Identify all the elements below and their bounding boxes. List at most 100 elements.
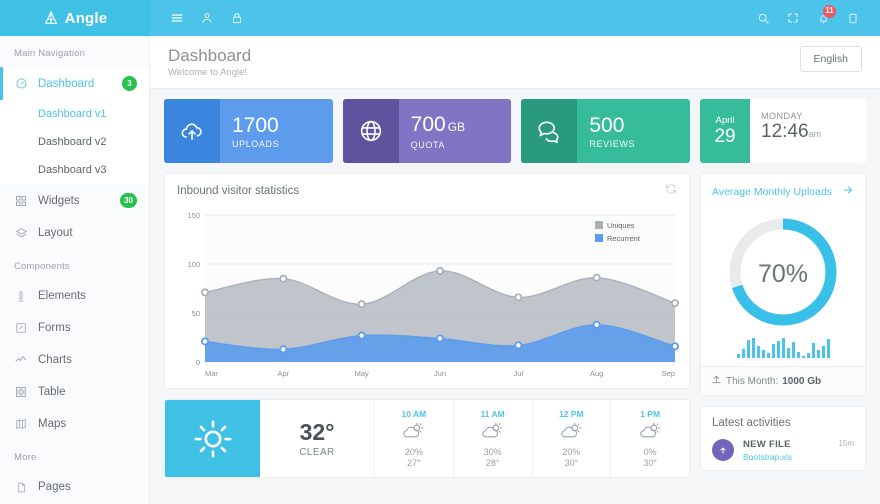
x-axis-tick: Jun bbox=[434, 369, 446, 378]
x-axis-tick: Mar bbox=[205, 369, 218, 378]
sparkline-bar bbox=[746, 340, 750, 358]
chart-panel: Inbound visitor statistics 0 50 100 150 Mar A… bbox=[164, 173, 690, 389]
inbound-visitor-chart[interactable]: 0 50 100 150 Mar Apr May Jun Jul Aug Sep Uniques Rec… bbox=[175, 207, 683, 382]
sidebar-item-label: Layout bbox=[38, 227, 73, 239]
activity-body: NEW FILE Bootstrap.xls bbox=[743, 439, 829, 462]
forecast-temp: 27° bbox=[407, 458, 421, 468]
forecast-temp: 30° bbox=[643, 458, 657, 468]
sun-icon bbox=[165, 400, 260, 477]
sidebar-item-layout[interactable]: Layout bbox=[0, 217, 149, 249]
date-time-card[interactable]: April 29 MONDAY 12:46am bbox=[700, 99, 867, 163]
sidebar-item-maps[interactable]: Maps bbox=[0, 408, 149, 440]
sparkline-bar bbox=[816, 350, 820, 358]
user-icon[interactable] bbox=[192, 0, 222, 36]
lock-icon[interactable] bbox=[222, 0, 252, 36]
sparkline-bar bbox=[776, 341, 780, 358]
arrow-right-icon[interactable] bbox=[842, 183, 854, 201]
sparkline-bar bbox=[781, 338, 785, 358]
sidebar-subitem-dashboard-v3[interactable]: Dashboard v3 bbox=[0, 156, 149, 184]
sparkline-bar bbox=[771, 344, 775, 358]
y-axis-tick: 50 bbox=[192, 309, 200, 318]
data-point bbox=[514, 293, 523, 302]
stat-cards-row: 1700 UPLOADS 700 GB QUOTA 500 REVIEWS Ap… bbox=[164, 99, 867, 163]
sparkline-bar bbox=[761, 350, 765, 358]
uploads-footer-value: 1000 Gb bbox=[782, 375, 822, 387]
data-point bbox=[200, 288, 209, 297]
activity-link[interactable]: Bootstrap.xls bbox=[743, 452, 829, 462]
page-icon bbox=[14, 480, 28, 494]
hamburger-icon[interactable] bbox=[162, 0, 192, 36]
main-column: Inbound visitor statistics 0 50 100 150 Mar A… bbox=[164, 173, 690, 478]
forecast-precip: 0% bbox=[643, 447, 657, 457]
legend-label: Recurrent bbox=[607, 234, 641, 243]
sun-cloud-icon bbox=[479, 420, 506, 446]
weather-forecast-11am[interactable]: 11 AM 30% 28° bbox=[454, 400, 533, 477]
layers-icon bbox=[14, 226, 28, 240]
date-weekday: MONDAY bbox=[761, 111, 803, 121]
sidebar-subitem-dashboard-v2[interactable]: Dashboard v2 bbox=[0, 128, 149, 156]
bell-icon[interactable]: 11 bbox=[808, 0, 838, 36]
brand-logo[interactable]: Angle bbox=[0, 0, 150, 36]
stat-label: REVIEWS bbox=[589, 138, 636, 149]
stat-card-reviews[interactable]: 500 REVIEWS bbox=[521, 99, 691, 163]
weather-panel: 32° CLEAR 10 AM 20% 27° 11 AM 30% 28° 12… bbox=[164, 399, 690, 478]
donut-chart-container: 70% bbox=[701, 210, 865, 332]
sparkline-bar bbox=[786, 348, 790, 358]
sidebar-item-dashboard[interactable]: Dashboard 3 bbox=[0, 67, 149, 100]
stat-card-quota[interactable]: 700 GB QUOTA bbox=[342, 99, 512, 163]
data-point bbox=[357, 300, 366, 309]
sparkline-bar bbox=[736, 354, 740, 358]
stat-card-uploads[interactable]: 1700 UPLOADS bbox=[164, 99, 333, 163]
sun-cloud-icon bbox=[558, 420, 585, 446]
date-left: April 29 bbox=[700, 99, 751, 163]
weather-current-temp: 32° bbox=[299, 419, 335, 445]
y-axis-tick: 150 bbox=[187, 211, 200, 220]
refresh-icon[interactable] bbox=[665, 183, 677, 198]
sidebar-heading-components: Components bbox=[14, 261, 70, 272]
date-ampm: am bbox=[808, 129, 822, 139]
data-point bbox=[279, 345, 288, 354]
data-point bbox=[592, 273, 601, 282]
sidebar-item-forms[interactable]: Forms bbox=[0, 312, 149, 344]
sparkline-bar bbox=[751, 338, 755, 358]
stat-unit: GB bbox=[447, 119, 466, 134]
stat-body: 700 GB QUOTA bbox=[399, 99, 512, 163]
forecast-time: 11 AM bbox=[480, 409, 505, 419]
sparkline-bar bbox=[756, 346, 760, 358]
page-header: Dashboard Welcome to Angle! English bbox=[150, 36, 880, 89]
sidebar-item-table[interactable]: Table bbox=[0, 376, 149, 408]
weather-forecast-10am[interactable]: 10 AM 20% 27° bbox=[375, 400, 454, 477]
sidebar-item-pages[interactable]: Pages bbox=[0, 471, 149, 503]
sidebar-subitem-dashboard-v1[interactable]: Dashboard v1 bbox=[0, 100, 149, 128]
x-axis-tick: Apr bbox=[277, 369, 289, 378]
sidebar-item-charts[interactable]: Charts bbox=[0, 344, 149, 376]
activity-item[interactable]: NEW FILE Bootstrap.xls 15m bbox=[701, 435, 865, 470]
data-point bbox=[357, 331, 366, 340]
sparkline-bar bbox=[796, 352, 800, 358]
sidebar-item-widgets[interactable]: Widgets 30 bbox=[0, 184, 149, 217]
weather-forecast-1pm[interactable]: 1 PM 0% 30° bbox=[611, 400, 689, 477]
grid-icon bbox=[14, 194, 28, 208]
angle-logo-icon bbox=[44, 10, 57, 24]
chart-container: 0 50 100 150 Mar Apr May Jun Jul Aug Sep Uniques Rec… bbox=[165, 207, 689, 388]
form-icon bbox=[14, 321, 28, 335]
search-icon[interactable] bbox=[748, 0, 778, 36]
map-icon bbox=[14, 417, 28, 431]
forecast-temp: 30° bbox=[564, 458, 579, 468]
date-right: MONDAY 12:46am bbox=[750, 99, 866, 163]
notification-badge: 11 bbox=[823, 5, 836, 18]
sparkline-bar bbox=[826, 339, 830, 358]
upload-icon bbox=[711, 374, 722, 388]
sidebar-item-elements[interactable]: Elements bbox=[0, 280, 149, 312]
date-time: 12:46 bbox=[761, 121, 809, 142]
top-bar-main: 11 bbox=[150, 0, 880, 36]
fullscreen-icon[interactable] bbox=[778, 0, 808, 36]
y-axis-tick: 100 bbox=[187, 260, 200, 269]
chart-panel-header: Inbound visitor statistics bbox=[165, 174, 689, 207]
weather-forecast-12pm[interactable]: 12 PM 20% 30° bbox=[533, 400, 612, 477]
body-wrapper: Main Navigation Dashboard 3 Dashboard v1… bbox=[0, 36, 880, 504]
sidebar-item-label: Pages bbox=[38, 481, 71, 493]
sparkline-bar bbox=[806, 353, 810, 358]
language-button[interactable]: English bbox=[799, 46, 862, 72]
offcanvas-icon[interactable] bbox=[838, 0, 868, 36]
